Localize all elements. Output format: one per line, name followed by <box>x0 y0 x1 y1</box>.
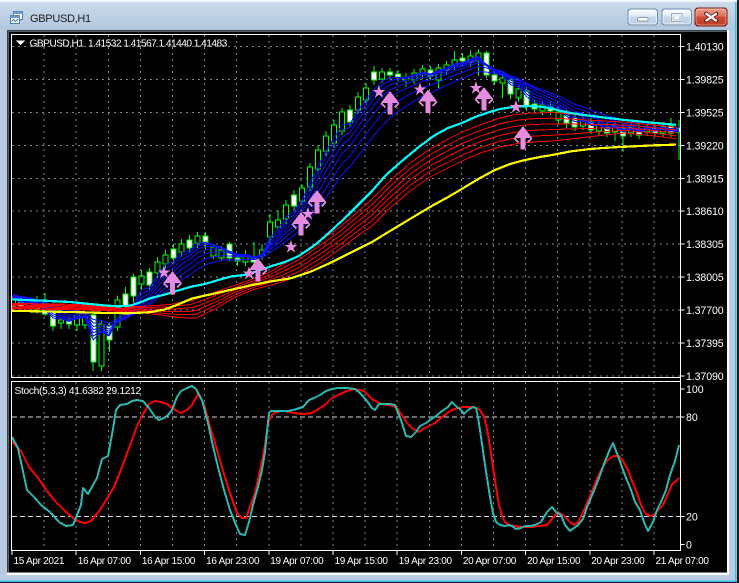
svg-text:16 Apr 23:00: 16 Apr 23:00 <box>206 556 260 567</box>
svg-text:15 Apr 2021: 15 Apr 2021 <box>14 556 65 567</box>
svg-text:1.37395: 1.37395 <box>686 338 724 350</box>
svg-text:16 Apr 15:00: 16 Apr 15:00 <box>142 556 196 567</box>
svg-text:1.40130: 1.40130 <box>686 42 724 54</box>
svg-text:1.38610: 1.38610 <box>686 206 724 218</box>
svg-text:1.37700: 1.37700 <box>686 305 724 317</box>
svg-text:19 Apr 07:00: 19 Apr 07:00 <box>270 556 324 567</box>
svg-text:20 Apr 15:00: 20 Apr 15:00 <box>527 556 581 567</box>
svg-text:1.39525: 1.39525 <box>686 107 724 119</box>
svg-text:0: 0 <box>686 540 692 552</box>
svg-text:1.37090: 1.37090 <box>686 371 724 383</box>
svg-text:GBPUSD,H1 1.41532 1.41567 1.4: GBPUSD,H1 1.41532 1.41567 1.41440 1.4148… <box>30 39 228 50</box>
svg-text:21 Apr 07:00: 21 Apr 07:00 <box>656 556 710 567</box>
svg-text:1.38005: 1.38005 <box>686 272 724 284</box>
svg-text:16 Apr 07:00: 16 Apr 07:00 <box>78 556 132 567</box>
svg-text:Stoch(5,3,3) 41.6382 29.1212: Stoch(5,3,3) 41.6382 29.1212 <box>15 386 142 397</box>
svg-text:1.39220: 1.39220 <box>686 140 724 152</box>
svg-text:1.39825: 1.39825 <box>686 75 724 87</box>
svg-text:GBPUSD,H1: GBPUSD,H1 <box>30 13 91 25</box>
svg-text:19 Apr 23:00: 19 Apr 23:00 <box>399 556 453 567</box>
svg-text:19 Apr 15:00: 19 Apr 15:00 <box>335 556 389 567</box>
svg-text:20: 20 <box>686 511 698 523</box>
svg-text:1.38915: 1.38915 <box>686 173 724 185</box>
svg-text:20 Apr 23:00: 20 Apr 23:00 <box>591 556 645 567</box>
svg-text:20 Apr 07:00: 20 Apr 07:00 <box>463 556 517 567</box>
svg-text:80: 80 <box>686 412 698 424</box>
svg-text:100: 100 <box>686 384 704 396</box>
svg-text:1.38305: 1.38305 <box>686 239 724 251</box>
